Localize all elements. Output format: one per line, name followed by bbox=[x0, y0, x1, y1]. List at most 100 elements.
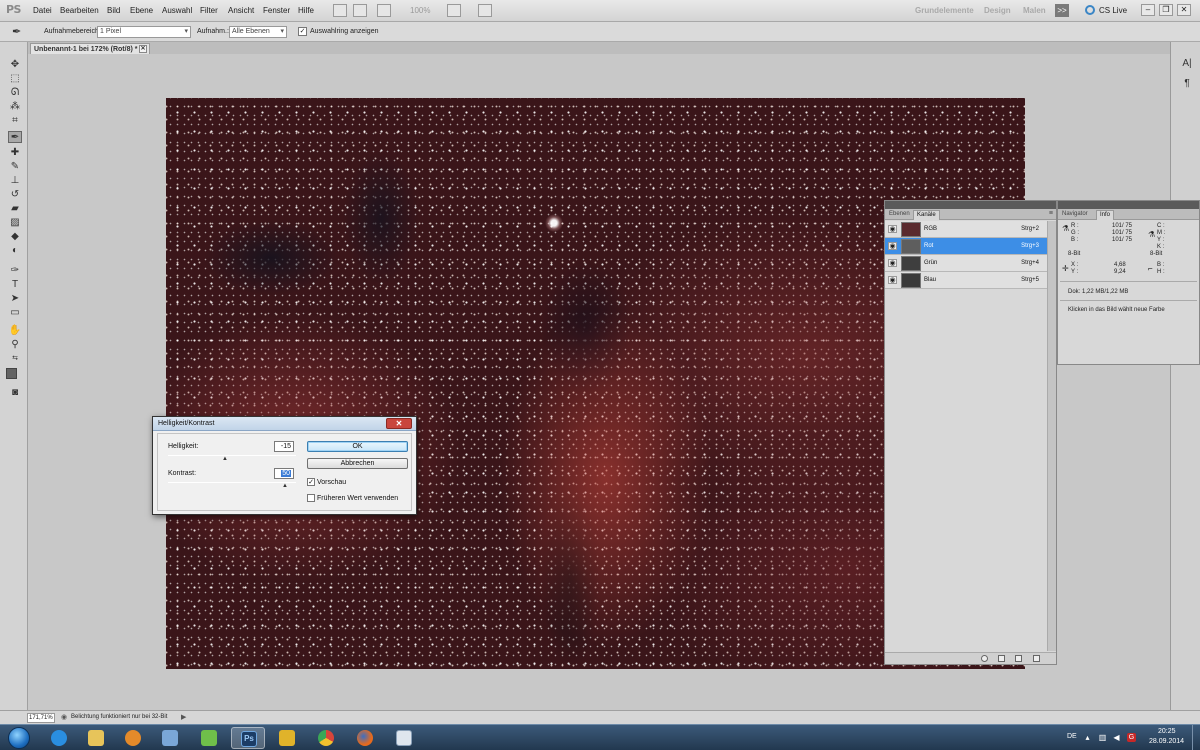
antivirus-icon[interactable]: G bbox=[1127, 733, 1136, 742]
status-menu-arrow-icon[interactable]: ▶ bbox=[181, 713, 186, 721]
dodge-tool-icon[interactable]: ◐ bbox=[8, 245, 22, 257]
menu-auswahl[interactable]: Auswahl bbox=[162, 6, 192, 15]
menu-datei[interactable]: Datei bbox=[33, 6, 52, 15]
tab-navigator[interactable]: Navigator bbox=[1059, 210, 1091, 220]
type-tool-icon[interactable]: T bbox=[8, 279, 22, 291]
blur-tool-icon[interactable]: ◆ bbox=[8, 231, 22, 243]
eraser-tool-icon[interactable]: ▰ bbox=[8, 203, 22, 215]
healing-brush-tool-icon[interactable]: ✚ bbox=[8, 147, 22, 159]
visibility-eye-icon[interactable]: ◉ bbox=[888, 259, 897, 267]
minimize-icon[interactable]: – bbox=[1141, 4, 1155, 16]
marquee-tool-icon[interactable]: ⬚ bbox=[8, 73, 22, 85]
visibility-eye-icon[interactable]: ◉ bbox=[888, 225, 897, 233]
more-workspaces-button[interactable]: >> bbox=[1055, 4, 1069, 17]
new-channel-icon[interactable] bbox=[1015, 655, 1022, 662]
contrast-slider-track[interactable] bbox=[168, 482, 296, 483]
start-button[interactable] bbox=[2, 726, 38, 750]
show-ring-checkbox[interactable]: ✓ bbox=[298, 27, 307, 36]
zoom-tool-icon[interactable]: ⚲ bbox=[8, 339, 22, 351]
view-extras-icon[interactable] bbox=[377, 4, 391, 17]
taskbar-app-cubes[interactable] bbox=[192, 727, 226, 749]
move-tool-icon[interactable]: ✥ bbox=[8, 59, 22, 71]
brightness-input[interactable]: -15 bbox=[274, 441, 294, 452]
brightness-slider-thumb[interactable]: ▲ bbox=[222, 456, 228, 462]
channel-row-rot[interactable]: ◉ Rot Strg+3 bbox=[885, 238, 1047, 255]
menu-hilfe[interactable]: Hilfe bbox=[298, 6, 314, 15]
taskbar-app-yellow[interactable] bbox=[270, 727, 304, 749]
screen-mode-icon[interactable] bbox=[478, 4, 492, 17]
load-channel-selection-icon[interactable] bbox=[981, 655, 988, 662]
minibridge-icon[interactable] bbox=[353, 4, 367, 17]
language-indicator[interactable]: DE bbox=[1067, 733, 1077, 740]
channels-scrollbar[interactable] bbox=[1047, 221, 1056, 651]
menu-fenster[interactable]: Fenster bbox=[263, 6, 290, 15]
visibility-eye-icon[interactable]: ◉ bbox=[888, 242, 897, 250]
quick-selection-tool-icon[interactable]: ⁂ bbox=[8, 101, 22, 113]
clone-stamp-tool-icon[interactable]: ⊥ bbox=[8, 175, 22, 187]
bridge-icon[interactable] bbox=[333, 4, 347, 17]
workspace-design[interactable]: Design bbox=[984, 6, 1011, 15]
taskbar-app-explorer[interactable] bbox=[79, 727, 113, 749]
workspace-malen[interactable]: Malen bbox=[1023, 6, 1046, 15]
taskbar-app-ie[interactable] bbox=[42, 727, 76, 749]
brush-tool-icon[interactable]: ✎ bbox=[8, 161, 22, 173]
clock-date[interactable]: 28.09.2014 bbox=[1149, 738, 1184, 745]
dialog-titlebar[interactable]: Helligkeit/Kontrast ✕ bbox=[153, 417, 416, 431]
channel-row-gruen[interactable]: ◉ Grün Strg+4 bbox=[885, 255, 1047, 272]
pen-tool-icon[interactable]: ✑ bbox=[8, 265, 22, 277]
quick-mask-icon[interactable]: ◙ bbox=[8, 387, 22, 399]
menu-bearbeiten[interactable]: Bearbeiten bbox=[60, 6, 99, 15]
visibility-eye-icon[interactable]: ◉ bbox=[888, 276, 897, 284]
shape-tool-icon[interactable]: ▭ bbox=[8, 307, 22, 319]
network-icon[interactable]: ▥ bbox=[1098, 733, 1107, 742]
clock-time[interactable]: 20:25 bbox=[1158, 728, 1176, 735]
cs-live-button[interactable]: CS Live bbox=[1099, 6, 1127, 15]
hand-tool-icon[interactable]: ✋ bbox=[8, 325, 22, 337]
arrange-documents-icon[interactable] bbox=[447, 4, 461, 17]
preview-checkbox[interactable]: ✓ Vorschau bbox=[307, 478, 346, 486]
restore-icon[interactable]: ❐ bbox=[1159, 4, 1173, 16]
sample-size-select[interactable]: 1 Pixel bbox=[97, 26, 191, 38]
eyedropper-tool-icon[interactable]: ✒ bbox=[8, 131, 22, 143]
legacy-checkbox[interactable]: Früheren Wert verwenden bbox=[307, 494, 398, 502]
preview-check-icon[interactable]: ✓ bbox=[307, 478, 315, 486]
taskbar-app-stellarium[interactable] bbox=[153, 727, 187, 749]
contrast-input[interactable]: 50 bbox=[274, 468, 294, 479]
lasso-tool-icon[interactable]: ᘏ bbox=[8, 87, 22, 99]
taskbar-app-media-player[interactable] bbox=[116, 727, 150, 749]
zoom-field[interactable]: 171,71% bbox=[27, 713, 55, 723]
workspace-grundelemente[interactable]: Grundelemente bbox=[915, 6, 974, 15]
tab-kanaele[interactable]: Kanäle bbox=[913, 210, 940, 220]
delete-channel-icon[interactable] bbox=[1033, 655, 1040, 662]
dialog-close-icon[interactable]: ✕ bbox=[386, 418, 412, 429]
panel-grip[interactable] bbox=[1058, 201, 1199, 209]
history-brush-tool-icon[interactable]: ↺ bbox=[8, 189, 22, 201]
save-selection-icon[interactable] bbox=[998, 655, 1005, 662]
status-message[interactable]: Belichtung funktioniert nur bei 32-Bit bbox=[59, 713, 177, 723]
gradient-tool-icon[interactable]: ▨ bbox=[8, 217, 22, 229]
path-selection-tool-icon[interactable]: ➤ bbox=[8, 293, 22, 305]
character-panel-icon[interactable]: A| bbox=[1180, 58, 1194, 72]
eyedropper-tool-preset-icon[interactable]: ✒ bbox=[12, 25, 21, 38]
menu-bild[interactable]: Bild bbox=[107, 6, 120, 15]
zoom-level[interactable]: 100% bbox=[410, 6, 430, 15]
close-tab-icon[interactable]: ✕ bbox=[139, 45, 147, 53]
taskbar-app-photoshop[interactable]: Ps bbox=[231, 727, 265, 749]
taskbar-app-firefox[interactable] bbox=[348, 727, 382, 749]
volume-icon[interactable]: ◀ bbox=[1112, 733, 1121, 742]
panel-menu-icon[interactable]: ≡ bbox=[1049, 210, 1053, 217]
taskbar-app-chrome[interactable] bbox=[309, 727, 343, 749]
legacy-check-box[interactable] bbox=[307, 494, 315, 502]
ok-button[interactable]: OK bbox=[307, 441, 408, 452]
menu-ebene[interactable]: Ebene bbox=[130, 6, 153, 15]
channel-row-rgb[interactable]: ◉ RGB Strg+2 bbox=[885, 221, 1047, 238]
taskbar-app-document-viewer[interactable] bbox=[387, 727, 421, 749]
show-desktop-button[interactable] bbox=[1192, 725, 1200, 750]
tab-info[interactable]: Info bbox=[1096, 210, 1115, 220]
panel-grip[interactable] bbox=[885, 201, 1056, 209]
foreground-color-swatch[interactable] bbox=[6, 368, 17, 379]
cancel-button[interactable]: Abbrechen bbox=[307, 458, 408, 469]
close-icon[interactable]: ✕ bbox=[1177, 4, 1191, 16]
swap-colors-icon[interactable]: ⇆ bbox=[8, 353, 22, 365]
paragraph-panel-icon[interactable]: ¶ bbox=[1180, 78, 1194, 92]
